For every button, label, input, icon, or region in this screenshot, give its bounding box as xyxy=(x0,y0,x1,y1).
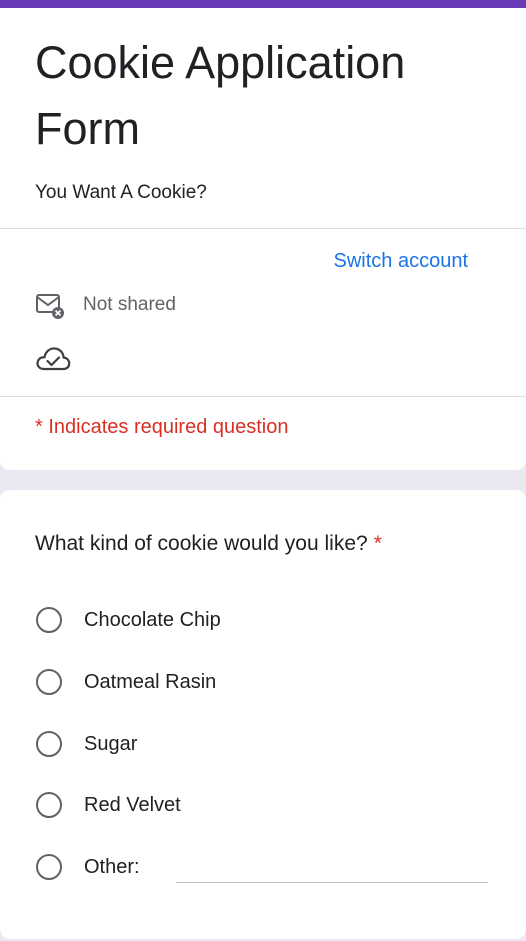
option-sugar[interactable]: Sugar xyxy=(36,728,137,760)
question-title: What kind of cookie would you like? * xyxy=(35,532,382,556)
option-red-velvet[interactable]: Red Velvet xyxy=(36,789,181,821)
question-text: What kind of cookie would you like? xyxy=(35,532,368,555)
option-chocolate-chip[interactable]: Chocolate Chip xyxy=(36,604,221,636)
question-card: What kind of cookie would you like? * Cho… xyxy=(0,490,526,939)
mail-x-icon xyxy=(35,290,65,320)
radio-button[interactable] xyxy=(36,792,62,818)
option-other[interactable]: Other: xyxy=(36,851,140,883)
required-divider xyxy=(0,396,526,397)
switch-account-link[interactable]: Switch account xyxy=(333,250,468,273)
option-oatmeal-rasin[interactable]: Oatmeal Rasin xyxy=(36,666,216,698)
form-accent-bar xyxy=(0,0,526,8)
radio-button[interactable] xyxy=(36,669,62,695)
form-description: You Want A Cookie? xyxy=(35,182,207,203)
other-text-input[interactable] xyxy=(176,882,488,883)
form-title: Cookie Application Form xyxy=(35,37,406,154)
option-label: Red Velvet xyxy=(84,793,181,816)
not-shared-row: Not shared xyxy=(35,290,176,320)
form-header-card: Cookie Application Form You Want A Cooki… xyxy=(0,8,526,470)
option-label: Sugar xyxy=(84,732,138,755)
required-note: * Indicates required question xyxy=(35,416,289,438)
option-label: Other: xyxy=(84,855,140,878)
not-shared-label: Not shared xyxy=(83,294,176,315)
option-label: Chocolate Chip xyxy=(84,608,221,631)
header-divider xyxy=(0,228,526,229)
cloud-check-icon xyxy=(35,344,71,372)
required-asterisk: * xyxy=(373,532,382,555)
radio-button[interactable] xyxy=(36,607,62,633)
radio-button[interactable] xyxy=(36,854,62,880)
option-label: Oatmeal Rasin xyxy=(84,670,217,693)
radio-button[interactable] xyxy=(36,731,62,757)
